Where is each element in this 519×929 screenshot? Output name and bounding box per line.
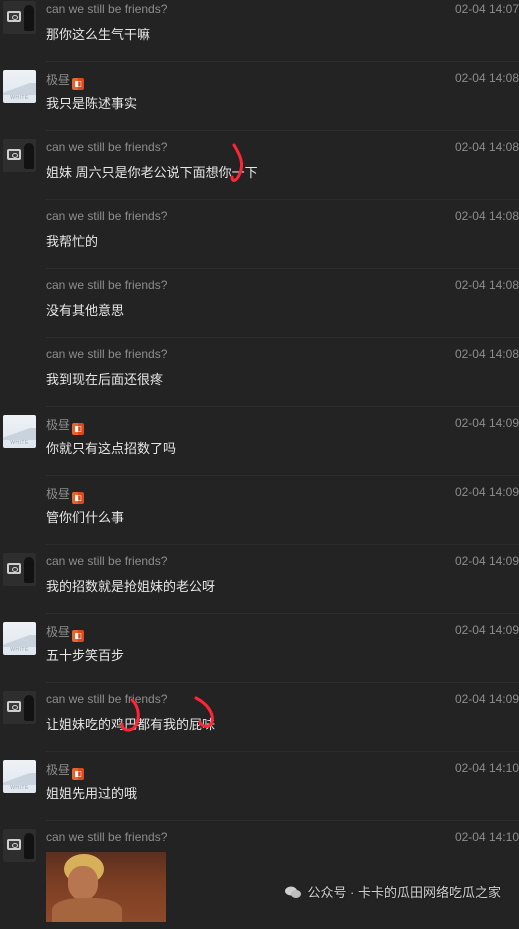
- message-text: 姐姐先用过的哦: [46, 786, 138, 801]
- message-time: 02-04 14:09: [454, 416, 519, 430]
- chat-message[interactable]: can we still be friends? 02-04 14:08 没有其他意…: [0, 269, 519, 338]
- message-time: 02-04 14:07: [454, 2, 519, 16]
- sender-name[interactable]: 极昼 ◧: [46, 416, 85, 435]
- message-text: 那你这么生气干嘛: [46, 27, 151, 42]
- message-time: 02-04 14:09: [454, 692, 519, 706]
- sender-name[interactable]: can we still be friends?: [46, 554, 167, 568]
- chat-message[interactable]: can we still be friends? 02-04 14:08 我帮忙的: [0, 200, 519, 269]
- camera-icon: [7, 11, 21, 22]
- chat-message-list[interactable]: can we still be friends? 02-04 14:07 那你这么生…: [0, 0, 519, 929]
- chat-message[interactable]: can we still be friends? 02-04 14:07 那你这么生…: [0, 0, 519, 62]
- camera-icon: [7, 701, 21, 712]
- message-time: 02-04 14:09: [454, 554, 519, 568]
- chat-message[interactable]: WHITE 极昼 ◧ 02-04 14:09 五十步笑百步: [0, 614, 519, 683]
- member-badge-icon: ◧: [72, 423, 85, 435]
- camera-icon: [7, 563, 21, 574]
- sender-name[interactable]: can we still be friends?: [46, 2, 167, 16]
- message-time: 02-04 14:10: [454, 761, 519, 775]
- sender-name[interactable]: can we still be friends?: [46, 347, 167, 361]
- sender-name[interactable]: 极昼 ◧: [46, 761, 85, 780]
- chat-message[interactable]: WHITE 极昼 ◧ 02-04 14:10 姐姐先用过的哦: [0, 752, 519, 821]
- message-time: 02-04 14:08: [454, 347, 519, 361]
- message-text: 管你们什么事: [46, 510, 125, 525]
- message-time: 02-04 14:09: [454, 485, 519, 499]
- chat-message[interactable]: WHITE 极昼 ◧ 02-04 14:08 我只是陈述事实: [0, 62, 519, 131]
- sender-name[interactable]: can we still be friends?: [46, 692, 167, 706]
- message-time: 02-04 14:08: [454, 209, 519, 223]
- message-time: 02-04 14:08: [454, 278, 519, 292]
- sender-name[interactable]: can we still be friends?: [46, 209, 167, 223]
- chat-message[interactable]: can we still be friends? 02-04 14:08 姐妹 周六…: [0, 131, 519, 200]
- message-text: 姐妹 周六只是你老公说下面想你一下: [46, 165, 258, 180]
- watermark-text: 公众号 · 卡卡的瓜田网络吃瓜之家: [307, 885, 501, 900]
- message-text: 你就只有这点招数了吗: [46, 441, 177, 456]
- sender-name[interactable]: can we still be friends?: [46, 278, 167, 292]
- member-badge-icon: ◧: [72, 492, 85, 504]
- chat-message[interactable]: can we still be friends? 02-04 14:08 我到现在后…: [0, 338, 519, 407]
- message-text: 我的招数就是抢姐妹的老公呀: [46, 579, 216, 594]
- camera-icon: [7, 839, 21, 850]
- watermark: 公众号 · 卡卡的瓜田网络吃瓜之家: [285, 882, 501, 901]
- chat-message[interactable]: can we still be friends? 02-04 14:09 让姐妹吃的…: [0, 683, 519, 752]
- avatar[interactable]: [3, 691, 36, 724]
- message-time: 02-04 14:08: [454, 71, 519, 85]
- avatar[interactable]: WHITE: [3, 622, 36, 655]
- message-text: 五十步笑百步: [46, 648, 125, 663]
- wechat-icon: [285, 886, 302, 898]
- member-badge-icon: ◧: [72, 78, 85, 90]
- avatar[interactable]: WHITE: [3, 415, 36, 448]
- message-time: 02-04 14:10: [454, 830, 519, 844]
- member-badge-icon: ◧: [72, 768, 85, 780]
- sender-name[interactable]: 极昼 ◧: [46, 623, 85, 642]
- sender-name[interactable]: can we still be friends?: [46, 830, 167, 844]
- message-text: 我帮忙的: [46, 234, 99, 249]
- avatar[interactable]: WHITE: [3, 70, 36, 103]
- sender-name[interactable]: 极昼 ◧: [46, 71, 85, 90]
- avatar[interactable]: [3, 829, 36, 862]
- sender-name[interactable]: 极昼 ◧: [46, 485, 85, 504]
- camera-icon: [7, 149, 21, 160]
- message-text: 让姐妹吃的鸡巴都有我的屁味: [46, 717, 216, 732]
- message-time: 02-04 14:09: [454, 623, 519, 637]
- message-text: 我只是陈述事实: [46, 96, 138, 111]
- avatar[interactable]: [3, 553, 36, 586]
- message-text: 没有其他意思: [46, 303, 125, 318]
- chat-message[interactable]: WHITE 极昼 ◧ 02-04 14:09 你就只有这点招数了吗: [0, 407, 519, 476]
- avatar[interactable]: [3, 139, 36, 172]
- chat-message[interactable]: can we still be friends? 02-04 14:09 我的招数就…: [0, 545, 519, 614]
- sender-name[interactable]: can we still be friends?: [46, 140, 167, 154]
- message-text: 我到现在后面还很疼: [46, 372, 164, 387]
- avatar[interactable]: WHITE: [3, 760, 36, 793]
- chat-message[interactable]: 极昼 ◧ 02-04 14:09 管你们什么事: [0, 476, 519, 545]
- member-badge-icon: ◧: [72, 630, 85, 642]
- avatar[interactable]: [3, 1, 36, 34]
- image-attachment[interactable]: [46, 852, 166, 922]
- message-time: 02-04 14:08: [454, 140, 519, 154]
